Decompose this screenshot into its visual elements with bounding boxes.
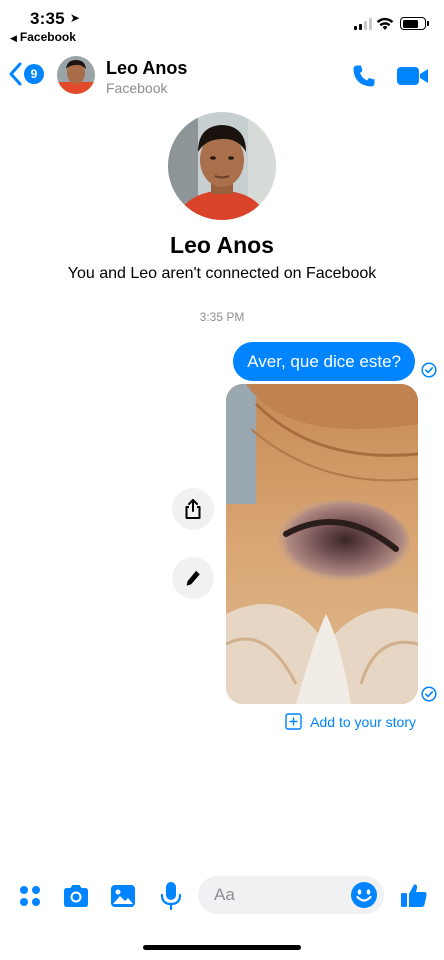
location-arrow-icon: ➤: [69, 11, 81, 25]
plus-square-icon: [285, 713, 302, 730]
microphone-icon[interactable]: [160, 881, 182, 911]
share-button[interactable]: [172, 488, 214, 530]
sent-message-bubble[interactable]: Aver, que dice este?: [233, 342, 415, 381]
back-to-app-label: Facebook: [19, 30, 76, 44]
contact-name[interactable]: Leo Anos: [106, 58, 187, 79]
conversation-header: 9 Leo Anos Facebook: [0, 52, 444, 102]
contact-source: Facebook: [106, 80, 168, 96]
edit-button[interactable]: [172, 557, 214, 599]
battery-icon: [400, 17, 429, 30]
status-time-text: 3:35: [30, 9, 65, 28]
contact-avatar[interactable]: [57, 56, 95, 94]
chevron-left-icon: [9, 62, 22, 86]
phone-icon[interactable]: [350, 62, 378, 90]
four-dots-icon[interactable]: [18, 884, 42, 908]
thumbs-up-icon[interactable]: [400, 881, 428, 909]
unread-count-badge: 9: [24, 64, 44, 84]
message-input[interactable]: [214, 876, 344, 914]
camera-icon[interactable]: [62, 883, 90, 909]
profile-name: Leo Anos: [170, 232, 274, 258]
home-indicator[interactable]: [143, 945, 301, 950]
back-to-app-link[interactable]: ◀ Facebook: [10, 30, 76, 44]
image-icon[interactable]: [110, 884, 136, 908]
status-time: 3:35 ➤: [30, 9, 80, 29]
message-input-field[interactable]: [198, 876, 384, 914]
add-to-story-label: Add to your story: [310, 713, 416, 730]
message-timestamp: 3:35 PM: [199, 310, 245, 324]
back-triangle-icon: ◀: [10, 33, 17, 43]
sent-photo[interactable]: [226, 384, 418, 704]
check-circle-icon: [421, 686, 437, 702]
message-composer: [0, 872, 444, 920]
wifi-icon: [376, 17, 394, 30]
pencil-icon: [186, 570, 200, 586]
back-button[interactable]: 9: [8, 62, 44, 86]
cellular-signal-icon: [354, 18, 372, 30]
share-icon: [185, 499, 201, 519]
video-camera-icon[interactable]: [396, 64, 430, 88]
add-to-story-button[interactable]: Add to your story: [285, 713, 416, 730]
smiley-icon[interactable]: [350, 881, 378, 909]
profile-photo[interactable]: [168, 112, 276, 220]
connection-note: You and Leo aren't connected on Facebook: [67, 265, 377, 282]
check-circle-icon: [421, 362, 437, 378]
status-bar: 3:35 ➤ ◀ Facebook: [0, 0, 444, 48]
